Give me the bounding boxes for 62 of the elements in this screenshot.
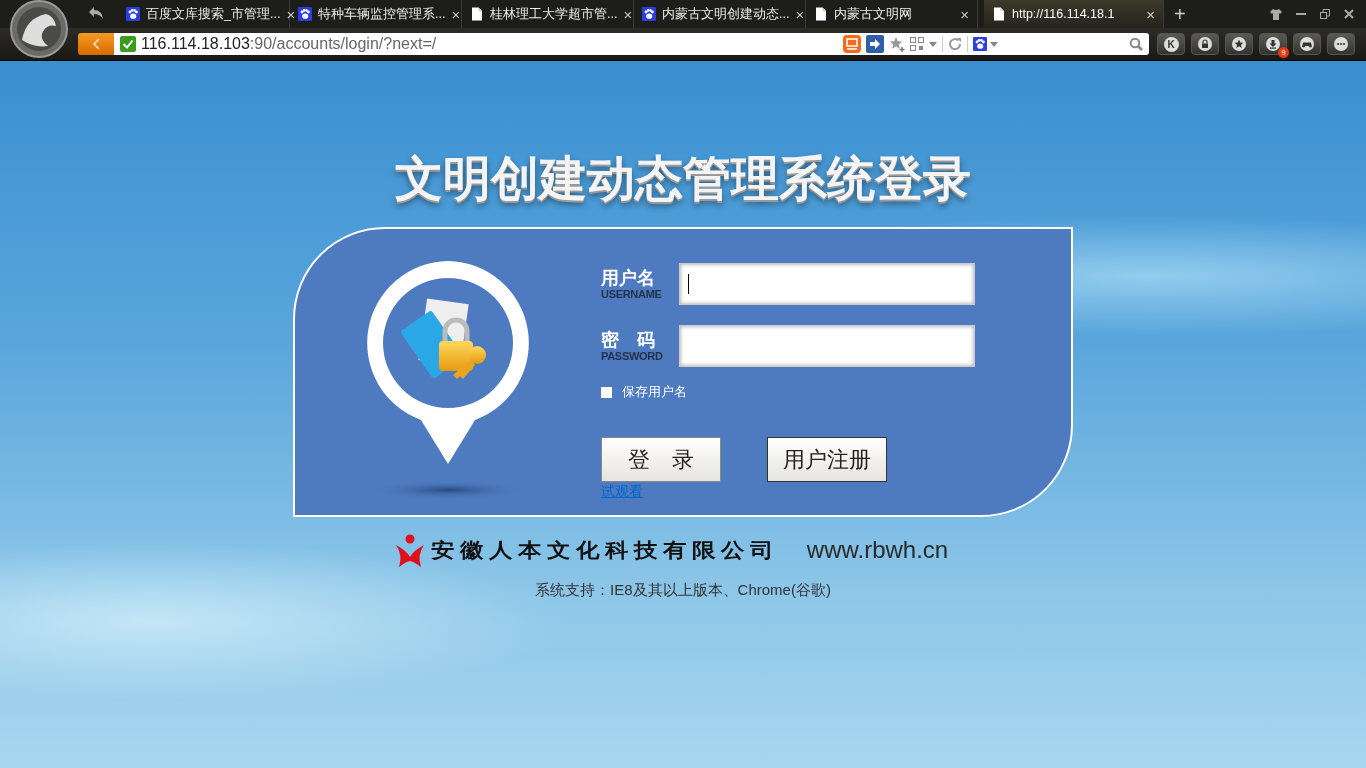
qr-code-icon [910,37,924,51]
address-field[interactable]: 116.114.18.103:90/accounts/login/?next=/ [114,33,1149,55]
favorites-button[interactable] [1225,33,1253,55]
document-icon [470,7,484,21]
checkbox-label: 保存用户名 [622,383,687,401]
caret-icon [990,41,998,47]
close-icon [1344,9,1354,19]
company-name: 安徽人本文化科技有限公司 [430,536,779,563]
lock-button[interactable] [1191,33,1219,55]
games-button[interactable] [1293,33,1321,55]
shirt-icon [1270,8,1282,20]
document-icon [992,7,1006,21]
password-field[interactable] [679,325,975,367]
paw-icon [126,7,140,21]
more-icon [1334,37,1348,51]
extension-button[interactable]: K [1157,33,1185,55]
search-icon [1129,37,1143,51]
tab-title: 内蒙古文明网 [834,5,913,23]
paw-icon [642,7,656,21]
company-logo-icon [394,533,425,567]
more-button[interactable] [1327,33,1355,55]
caret-icon [929,41,937,47]
browser-tab[interactable]: http://116.114.18.1 × [984,0,1164,28]
tab-close-button[interactable]: × [960,5,969,23]
field-label: 密 码 [601,329,656,350]
tab-title: 内蒙古文明创建动态... [662,5,790,23]
reload-icon [948,37,962,51]
paw-icon [298,7,312,21]
page-title: 文明创建动态管理系统登录 [395,151,971,207]
username-field[interactable] [679,263,975,305]
tab-close-button[interactable]: × [451,5,461,23]
download-count-badge: 9 [1278,47,1289,58]
star-plus-icon [889,36,905,52]
downloads-button[interactable]: 9 [1259,33,1287,55]
tab-title: 桂林理工大学超市管... [490,5,618,23]
tab-close-button[interactable]: × [795,5,805,23]
remember-checkbox[interactable] [601,386,612,398]
chevron-left-icon [92,38,100,50]
tab-close-button[interactable]: × [1146,5,1155,23]
secure-check-icon [120,36,136,52]
tab-title: 特种车辆监控管理系... [318,5,446,23]
download-icon [1266,37,1280,51]
field-sublabel: PASSWORD [601,349,664,363]
minimize-icon [1296,13,1306,15]
website-text: www.rbwh.cn [806,536,949,564]
login-button[interactable]: 登 录 [601,437,721,482]
gamepad-icon [1300,37,1314,51]
tab-close-button[interactable]: × [623,5,633,23]
field-sublabel: USERNAME [601,287,663,301]
url-text: 116.114.18.103:90/accounts/login/?next=/ [141,35,438,53]
star-icon [1232,37,1246,51]
new-tab-button[interactable]: + [1164,4,1196,24]
tab-title: 百度文库搜索_市管理... [146,5,281,23]
document-icon [814,7,828,21]
lock-icon [1198,37,1212,51]
paw-icon [973,37,987,51]
browser-support-note: 系统支持：IE8及其以上版本、Chrome(谷歌) [535,581,831,600]
undo-arrow-icon [88,6,104,20]
field-label: 用户名 [601,267,656,288]
restore-icon [1320,9,1330,19]
register-button[interactable]: 用户注册 [767,437,887,482]
tab-title: http://116.114.18.1 [1012,7,1116,21]
